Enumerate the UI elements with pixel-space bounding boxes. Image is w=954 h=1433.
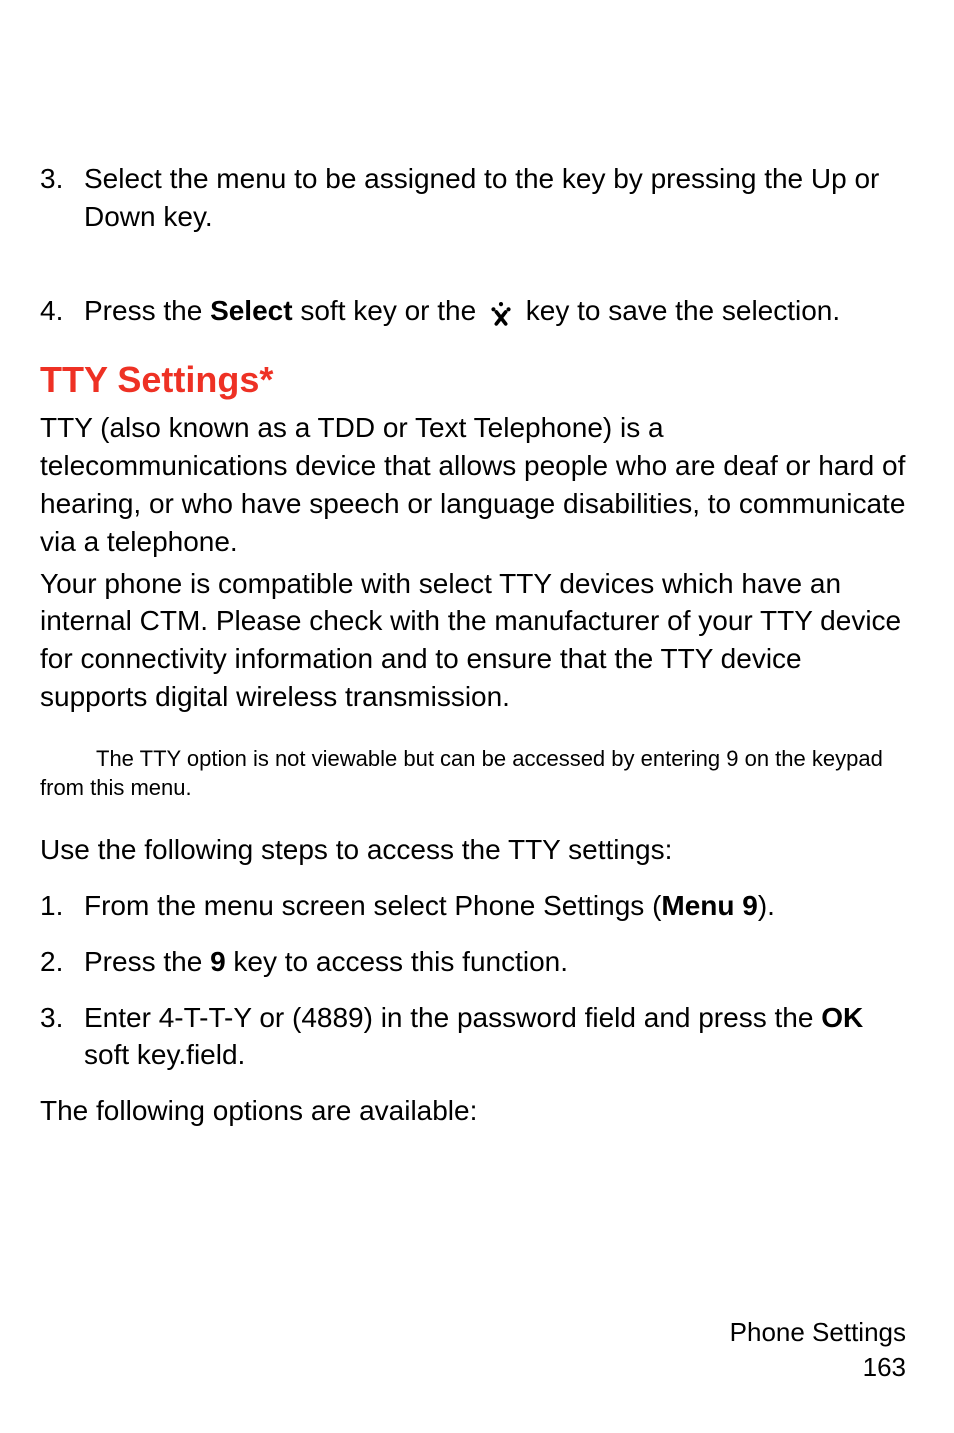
text-fragment: Press the	[84, 295, 210, 326]
note-paragraph: The TTY option is not viewable but can b…	[40, 744, 914, 803]
text-fragment-bold: OK	[821, 1002, 863, 1033]
text-fragment: key to save the selection.	[518, 295, 840, 326]
step-bottom-3: 3. Enter 4-T-T-Y or (4889) in the passwo…	[40, 999, 914, 1075]
step-text: Select the menu to be assigned to the ke…	[84, 160, 914, 236]
step-number: 3.	[40, 999, 84, 1075]
step-bottom-1: 1. From the menu screen select Phone Set…	[40, 887, 914, 925]
step-text: Enter 4-T-T-Y or (4889) in the password …	[84, 999, 914, 1075]
text-fragment: soft key.field.	[84, 1039, 245, 1070]
text-fragment: key to access this function.	[226, 946, 568, 977]
confirm-key-icon	[488, 299, 514, 325]
text-fragment-bold: Menu 9	[661, 890, 757, 921]
steps-intro: Use the following steps to access the TT…	[40, 831, 914, 869]
step-text: From the menu screen select Phone Settin…	[84, 887, 914, 925]
body-paragraph: TTY (also known as a TDD or Text Telepho…	[40, 409, 914, 560]
footer-page-number: 163	[730, 1350, 906, 1385]
text-fragment: soft key or the	[293, 295, 484, 326]
text-fragment: From the menu screen select Phone Settin…	[84, 890, 661, 921]
step-number: 1.	[40, 887, 84, 925]
text-fragment-bold: 9	[210, 946, 226, 977]
step-top-3: 3. Select the menu to be assigned to the…	[40, 160, 914, 236]
step-number: 3.	[40, 160, 84, 236]
step-number: 4.	[40, 292, 84, 330]
text-fragment: ).	[758, 890, 775, 921]
body-paragraph: Your phone is compatible with select TTY…	[40, 565, 914, 716]
text-fragment-bold: Select	[210, 295, 293, 326]
note-text: The TTY option is not viewable but can b…	[40, 746, 883, 801]
step-number: 2.	[40, 943, 84, 981]
footer-section: Phone Settings	[730, 1315, 906, 1350]
step-bottom-2: 2. Press the 9 key to access this functi…	[40, 943, 914, 981]
step-text: Press the Select soft key or the key to …	[84, 292, 914, 330]
text-fragment: Enter 4-T-T-Y or (4889) in the password …	[84, 1002, 821, 1033]
closing-paragraph: The following options are available:	[40, 1092, 914, 1130]
step-text: Press the 9 key to access this function.	[84, 943, 914, 981]
section-heading: TTY Settings*	[40, 359, 914, 401]
page-footer: Phone Settings 163	[730, 1315, 906, 1385]
step-top-4: 4. Press the Select soft key or the key …	[40, 292, 914, 330]
text-fragment: Press the	[84, 946, 210, 977]
